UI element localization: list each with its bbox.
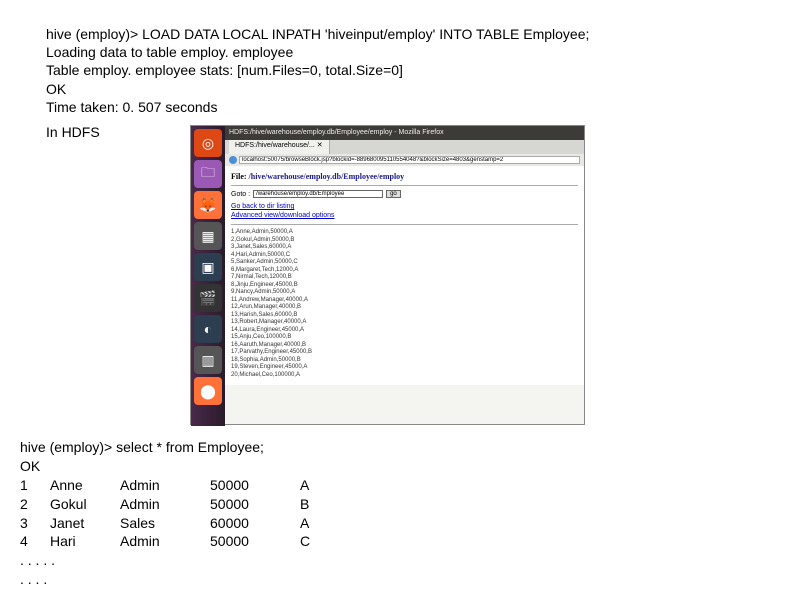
- table-row: 1AnneAdmin50000A: [20, 476, 330, 495]
- cell-id: 2: [20, 495, 50, 514]
- cell-id: 4: [20, 532, 50, 551]
- goto-label: Goto :: [231, 191, 250, 198]
- page-content: File: /hive/warehouse/employ.db/Employee…: [191, 166, 584, 385]
- data-row: 7,Nirmal,Tech,12000,B: [231, 274, 578, 282]
- select-ok: OK: [20, 457, 330, 476]
- cell-grade: C: [300, 532, 330, 551]
- hive-line: Time taken: 0. 507 seconds: [46, 98, 794, 116]
- cell-name: Hari: [50, 532, 120, 551]
- cell-salary: 50000: [210, 532, 300, 551]
- table-row: 3JanetSales60000A: [20, 514, 330, 533]
- result-rows: 1AnneAdmin50000A2GokulAdmin50000B3JanetS…: [20, 476, 330, 552]
- browser-screenshot: ◎ 🗀 🦊 ▦ ▣ 🎬 ◐ ▥ ⬤ HDFS:/hive/warehouse/e…: [190, 125, 585, 425]
- file-label: File:: [231, 172, 249, 181]
- data-row: 8,Jinju,Engineer,45000,B: [231, 282, 578, 290]
- goto-row: Goto : go: [231, 188, 578, 200]
- cell-salary: 50000: [210, 476, 300, 495]
- data-row: 18,Sophia,Admin,50000,B: [231, 357, 578, 365]
- data-row: 17,Parvathy,Engineer,45000,B: [231, 349, 578, 357]
- data-row: 20,Michael,Ceo,100000,A: [231, 372, 578, 380]
- nav-links: Go back to dir listing Advanced view/dow…: [231, 200, 578, 222]
- divider: [231, 224, 578, 225]
- data-row: 13,Robert,Manager,40000,A: [231, 319, 578, 327]
- select-cmd: hive (employ)> select * from Employee;: [20, 438, 330, 457]
- data-row: 3,Janet,Sales,60000,A: [231, 244, 578, 252]
- ubuntu-icon[interactable]: ◎: [194, 129, 222, 157]
- cell-role: Admin: [120, 476, 210, 495]
- ellipsis: . . . .: [20, 570, 330, 589]
- data-row: 19,Steven,Engineer,45000,A: [231, 364, 578, 372]
- divider: [231, 185, 578, 186]
- data-row: 14,Laura,Engineer,45000,A: [231, 327, 578, 335]
- back-to-dir-link[interactable]: Go back to dir listing: [231, 203, 294, 210]
- cell-salary: 60000: [210, 514, 300, 533]
- ubuntu-dock: ◎ 🗀 🦊 ▦ ▣ 🎬 ◐ ▥ ⬤: [191, 126, 225, 426]
- advanced-view-link[interactable]: Advanced view/download options: [231, 212, 335, 219]
- terminal-icon[interactable]: ▣: [194, 253, 222, 281]
- firefox-icon[interactable]: 🦊: [194, 191, 222, 219]
- data-row: 1,Anne,Admin,50000,A: [231, 229, 578, 237]
- cell-name: Janet: [50, 514, 120, 533]
- app-icon[interactable]: ▦: [194, 222, 222, 250]
- browser-tab[interactable]: HDFS:/hive/warehouse/... ✕: [229, 140, 330, 154]
- hive-line: Table employ. employee stats: [num.Files…: [46, 61, 794, 79]
- goto-input[interactable]: [253, 190, 383, 198]
- cell-role: Sales: [120, 514, 210, 533]
- cell-grade: B: [300, 495, 330, 514]
- ellipsis: . . . . .: [20, 551, 330, 570]
- video-icon[interactable]: 🎬: [194, 284, 222, 312]
- cell-name: Gokul: [50, 495, 120, 514]
- data-row: 15,Anju,Ceo,100000,B: [231, 334, 578, 342]
- data-row: 4,Hari,Admin,50000,C: [231, 252, 578, 260]
- table-row: 4HariAdmin50000C: [20, 532, 330, 551]
- browser-urlbar: [191, 154, 584, 166]
- hive-select-output: hive (employ)> select * from Employee; O…: [0, 430, 330, 589]
- cell-name: Anne: [50, 476, 120, 495]
- eclipse-icon[interactable]: ◐: [194, 315, 222, 343]
- globe-icon: [229, 156, 237, 164]
- go-button[interactable]: go: [386, 190, 401, 198]
- files-icon[interactable]: 🗀: [194, 160, 222, 188]
- browser-tabbar: HDFS:/hive/warehouse/... ✕: [191, 140, 584, 154]
- hive-line: Loading data to table employ. employee: [46, 43, 794, 61]
- cell-grade: A: [300, 476, 330, 495]
- hive-load-output: hive (employ)> LOAD DATA LOCAL INPATH 'h…: [0, 0, 794, 116]
- app-icon[interactable]: ▥: [194, 346, 222, 374]
- data-row: 6,Margaret,Tech,12000,A: [231, 267, 578, 275]
- hive-line: OK: [46, 80, 794, 98]
- file-path: /hive/warehouse/employ.db/Employee/emplo…: [249, 172, 405, 181]
- table-row: 2GokulAdmin50000B: [20, 495, 330, 514]
- data-row: 16,Aaruth,Manager,40000,B: [231, 342, 578, 350]
- window-titlebar: HDFS:/hive/warehouse/employ.db/Employee/…: [191, 126, 584, 140]
- cell-role: Admin: [120, 532, 210, 551]
- cell-salary: 50000: [210, 495, 300, 514]
- address-input[interactable]: [239, 156, 580, 164]
- data-row: 5,Sanker,Admin,50000,C: [231, 259, 578, 267]
- data-row: 13,Harish,Sales,60000,B: [231, 312, 578, 320]
- cell-role: Admin: [120, 495, 210, 514]
- cell-id: 3: [20, 514, 50, 533]
- file-data: 1,Anne,Admin,50000,A2,Gokul,Admin,50000,…: [231, 227, 578, 381]
- data-row: 11,Andrew,Manager,40000,A: [231, 297, 578, 305]
- data-row: 9,Nancy,Admin,50000,A: [231, 289, 578, 297]
- data-row: 12,Arun,Manager,40000,B: [231, 304, 578, 312]
- cell-grade: A: [300, 514, 330, 533]
- file-heading: File: /hive/warehouse/employ.db/Employee…: [231, 170, 578, 183]
- app-icon[interactable]: ⬤: [194, 377, 222, 405]
- hive-line: hive (employ)> LOAD DATA LOCAL INPATH 'h…: [46, 25, 794, 43]
- data-row: 2,Gokul,Admin,50000,B: [231, 237, 578, 245]
- cell-id: 1: [20, 476, 50, 495]
